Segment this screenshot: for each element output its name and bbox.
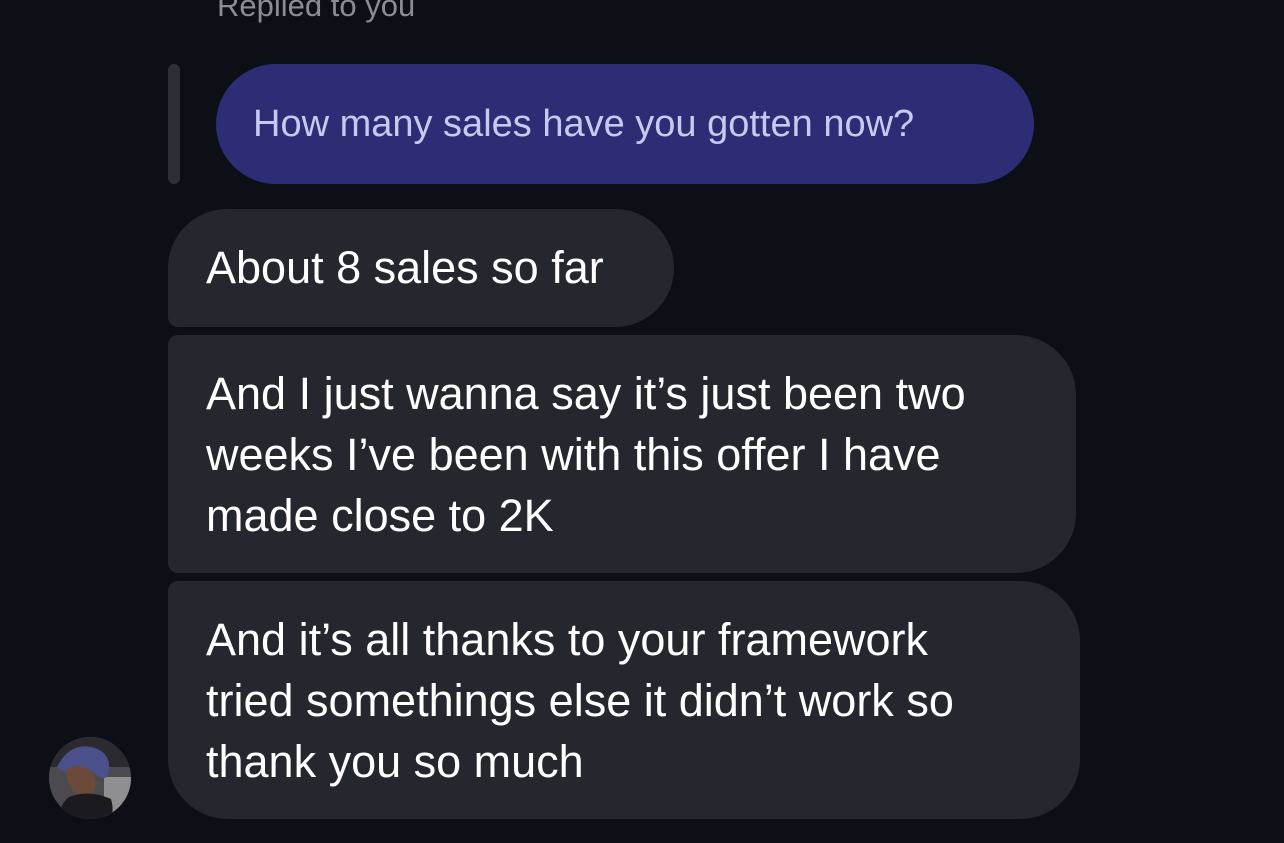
message-text: tried somethings else it didn’t work so	[206, 675, 954, 726]
message-bubble[interactable]: And it’s all thanks to your framework tr…	[168, 581, 1080, 819]
dm-conversation: Replied to you How many sales have you g…	[0, 0, 1284, 843]
replied-to-you-label: Replied to you	[217, 0, 416, 23]
quoted-message-bubble[interactable]: How many sales have you gotten now?	[216, 64, 1034, 184]
message-text: made close to 2K	[206, 490, 554, 541]
message-bubble[interactable]: About 8 sales so far	[168, 209, 674, 327]
quoted-message-text: How many sales have you gotten now?	[253, 103, 915, 145]
message-text: weeks I’ve been with this offer I have	[206, 429, 941, 480]
message-text: About 8 sales so far	[206, 242, 604, 293]
message-bubble[interactable]: And I just wanna say it’s just been two …	[168, 335, 1076, 573]
message-text: And it’s all thanks to your framework	[206, 614, 928, 665]
sender-avatar[interactable]	[49, 737, 131, 819]
message-text: And I just wanna say it’s just been two	[206, 368, 966, 419]
message-text: thank you so much	[206, 736, 584, 787]
reply-quote-bar	[168, 64, 180, 184]
user-avatar-icon	[49, 737, 131, 819]
